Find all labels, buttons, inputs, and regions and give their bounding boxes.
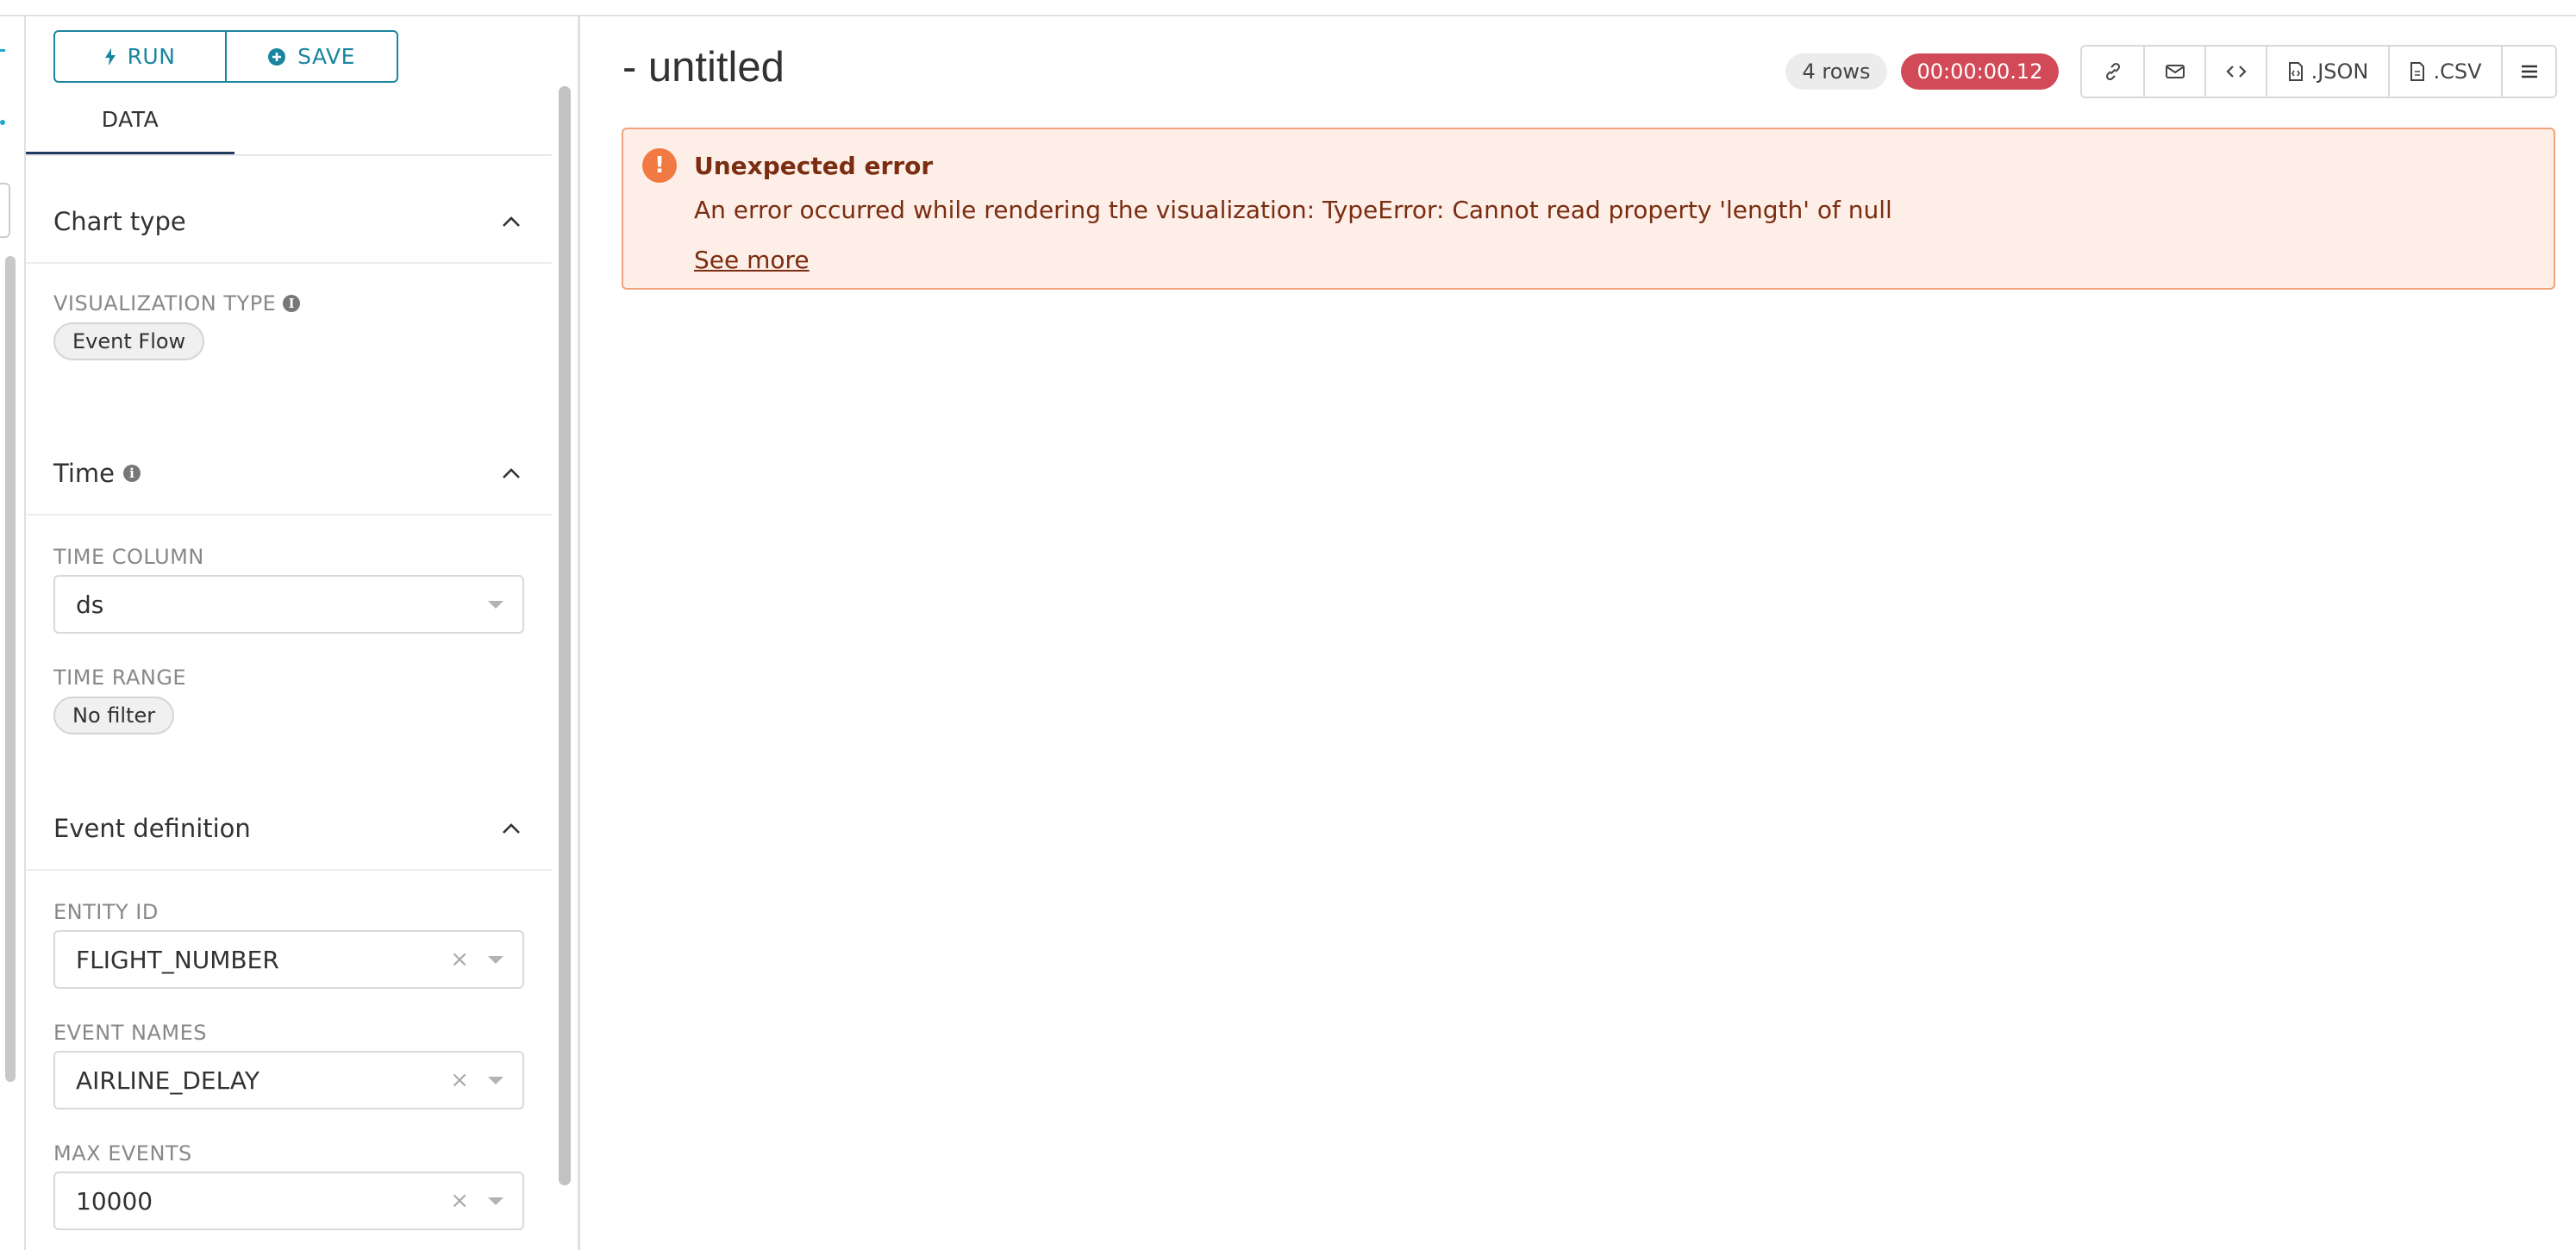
datasource-rail	[0, 16, 26, 1250]
export-json-label: .JSON	[2310, 59, 2369, 84]
more-options-button[interactable]	[2501, 47, 2555, 97]
bolt-icon	[104, 47, 116, 66]
copy-link-button[interactable]	[2082, 47, 2143, 97]
section-header-chart-type[interactable]: Chart type	[26, 181, 552, 264]
section-header-time[interactable]: Time i	[26, 433, 552, 516]
save-label: SAVE	[297, 44, 355, 69]
save-button[interactable]: SAVE	[225, 32, 397, 81]
section-title-chart-type: Chart type	[53, 207, 186, 236]
file-json-icon	[2287, 61, 2304, 82]
time-range-label-text: TIME RANGE	[53, 666, 187, 690]
clear-icon[interactable]: ×	[450, 1067, 469, 1093]
event-names-value: AIRLINE_DELAY	[76, 1066, 259, 1095]
run-button[interactable]: RUN	[55, 32, 225, 81]
error-message: An error occurred while rendering the vi…	[694, 196, 1892, 224]
chevron-down-icon[interactable]	[488, 955, 503, 964]
event-names-label: EVENT NAMES	[53, 1021, 207, 1045]
share-email-button[interactable]	[2143, 47, 2204, 97]
section-title-time: Time	[53, 459, 115, 488]
clear-icon[interactable]: ×	[450, 1188, 469, 1214]
time-column-select[interactable]: ds	[53, 575, 524, 634]
export-json-button[interactable]: .JSON	[2266, 47, 2388, 97]
event-names-label-text: EVENT NAMES	[53, 1021, 207, 1045]
plus-circle-icon	[268, 47, 286, 66]
chevron-up-icon[interactable]	[497, 207, 526, 236]
clear-icon[interactable]: ×	[450, 947, 469, 972]
section-title-event-definition: Event definition	[53, 814, 251, 843]
tab-underline-track	[26, 154, 552, 156]
top-border	[0, 0, 2576, 16]
error-alert: ! Unexpected error An error occurred whi…	[622, 128, 2555, 290]
entity-id-value: FLIGHT_NUMBER	[76, 945, 279, 974]
section-header-event-definition[interactable]: Event definition	[26, 788, 552, 871]
time-column-value: ds	[76, 590, 104, 619]
export-action-bar: .JSON .CSV	[2080, 45, 2557, 98]
event-names-select[interactable]: AIRLINE_DELAY ×	[53, 1051, 524, 1109]
time-column-label-text: TIME COLUMN	[53, 545, 204, 569]
run-label: RUN	[127, 44, 176, 69]
export-csv-button[interactable]: .CSV	[2388, 47, 2501, 97]
section-title-time-row: Time i	[53, 459, 141, 488]
info-icon[interactable]: i	[122, 465, 141, 482]
entity-id-select[interactable]: FLIGHT_NUMBER ×	[53, 930, 524, 989]
tab-data[interactable]: DATA	[26, 86, 234, 155]
export-csv-label: .CSV	[2433, 59, 2482, 84]
time-range-pill[interactable]: No filter	[53, 697, 175, 734]
tab-data-label: DATA	[101, 106, 159, 132]
control-panel-scrollbar[interactable]	[559, 86, 571, 1185]
query-time-badge: 00:00:00.12	[1901, 53, 2059, 90]
chart-title[interactable]: - untitled	[622, 43, 785, 91]
max-events-select[interactable]: 10000 ×	[53, 1172, 524, 1230]
time-range-value: No filter	[72, 703, 156, 728]
entity-id-label-text: ENTITY ID	[53, 900, 159, 924]
rail-scrollbar[interactable]	[5, 256, 16, 1082]
viz-type-pill[interactable]: Event Flow	[53, 322, 205, 360]
see-more-link[interactable]: See more	[694, 246, 810, 274]
entity-id-label: ENTITY ID	[53, 900, 159, 924]
panel-divider	[578, 16, 580, 1250]
chevron-down-icon[interactable]	[488, 1197, 503, 1205]
time-range-label: TIME RANGE	[53, 666, 186, 690]
code-icon	[2225, 64, 2248, 79]
rail-input-edge[interactable]	[0, 183, 10, 238]
chevron-down-icon[interactable]	[488, 600, 503, 609]
rail-accent-mark	[0, 49, 5, 52]
chevron-up-icon[interactable]	[497, 459, 526, 488]
hamburger-menu-icon	[2520, 64, 2539, 79]
error-icon: !	[642, 148, 677, 183]
chevron-down-icon[interactable]	[488, 1076, 503, 1084]
info-icon[interactable]: i	[283, 295, 301, 312]
max-events-value: 10000	[76, 1186, 153, 1216]
time-column-label: TIME COLUMN	[53, 545, 204, 569]
chevron-up-icon[interactable]	[497, 814, 526, 843]
embed-code-button[interactable]	[2204, 47, 2266, 97]
viz-type-value: Event Flow	[72, 329, 186, 353]
viz-type-label: VISUALIZATION TYPE	[53, 291, 277, 316]
row-count-badge: 4 rows	[1785, 53, 1887, 90]
mail-icon	[2165, 63, 2185, 80]
viz-type-label-row: VISUALIZATION TYPE i	[53, 291, 301, 316]
max-events-label-text: MAX EVENTS	[53, 1141, 192, 1166]
rail-accent-dot	[0, 120, 5, 125]
error-title: Unexpected error	[694, 152, 934, 180]
run-save-button-group: RUN SAVE	[53, 30, 398, 83]
file-icon	[2409, 61, 2426, 82]
max-events-label: MAX EVENTS	[53, 1141, 192, 1166]
link-icon	[2103, 61, 2123, 82]
